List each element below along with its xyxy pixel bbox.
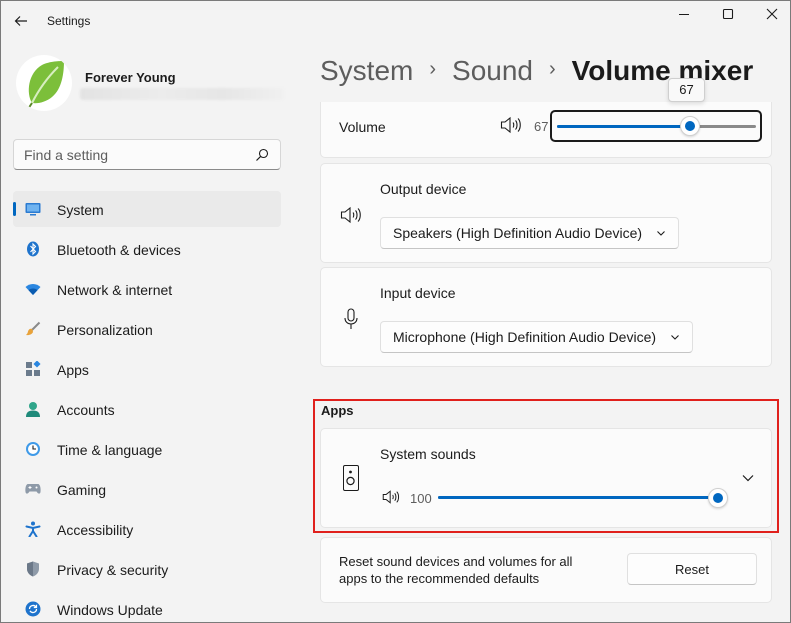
- update-icon: [25, 601, 41, 617]
- leaf-avatar-icon: [27, 61, 64, 110]
- volume-value: 67: [534, 119, 549, 134]
- sidebar-item-label: System: [57, 202, 104, 218]
- sidebar-item-bluetooth[interactable]: Bluetooth & devices: [13, 231, 281, 267]
- input-device-dropdown[interactable]: Microphone (High Definition Audio Device…: [380, 321, 694, 353]
- input-device-card: Input device Microphone (High Definition…: [320, 267, 772, 367]
- sidebar-item-accessibility[interactable]: Accessibility: [13, 511, 281, 547]
- sidebar-item-apps[interactable]: Apps: [13, 351, 281, 387]
- window-title: Settings: [47, 14, 91, 28]
- brush-icon: [25, 321, 41, 337]
- output-device-card: Output device Speakers (High Definition …: [320, 163, 772, 263]
- close-icon: [766, 8, 778, 20]
- title-bar: Settings: [0, 0, 791, 40]
- close-button[interactable]: [752, 2, 791, 26]
- speaker-icon: [340, 204, 362, 226]
- sidebar-item-label: Gaming: [57, 482, 107, 498]
- breadcrumb-system[interactable]: System: [320, 55, 413, 87]
- sidebar-item-label: Time & language: [57, 442, 163, 458]
- sidebar-item-windows-update[interactable]: Windows Update: [13, 591, 281, 623]
- sidebar-item-accounts[interactable]: Accounts: [13, 391, 281, 427]
- sidebar-item-system[interactable]: System: [13, 191, 281, 227]
- input-device-title: Input device: [380, 285, 456, 301]
- chevron-down-icon: [657, 231, 665, 236]
- sidebar-item-label: Privacy & security: [57, 562, 169, 578]
- volume-slider-fill: [557, 125, 691, 128]
- chevron-down-icon: [671, 335, 679, 340]
- red-highlight-annotation: [313, 399, 779, 533]
- shield-icon: [25, 561, 41, 577]
- microphone-icon: [340, 308, 362, 330]
- output-device-selected: Speakers (High Definition Audio Device): [393, 225, 643, 241]
- sidebar-nav: System Bluetooth & devices Network & int…: [13, 191, 281, 623]
- sidebar-item-privacy-security[interactable]: Privacy & security: [13, 551, 281, 587]
- search-input[interactable]: [24, 146, 244, 164]
- output-device-dropdown[interactable]: Speakers (High Definition Audio Device): [380, 217, 680, 249]
- avatar[interactable]: [16, 55, 72, 111]
- accounts-icon: [25, 401, 41, 417]
- user-name: Forever Young: [85, 70, 176, 85]
- minimize-icon: [679, 14, 689, 15]
- sidebar-item-personalization[interactable]: Personalization: [13, 311, 281, 347]
- input-device-selected: Microphone (High Definition Audio Device…: [393, 329, 657, 345]
- back-button[interactable]: [10, 10, 32, 32]
- sidebar-item-label: Accessibility: [57, 522, 134, 538]
- time-language-icon: [25, 441, 41, 457]
- reset-button[interactable]: Reset: [627, 553, 757, 585]
- volume-tooltip: 67: [668, 78, 705, 102]
- sidebar-item-time-language[interactable]: Time & language: [13, 431, 281, 467]
- accessibility-icon: [25, 521, 41, 537]
- speaker-mute-toggle-icon[interactable]: [500, 116, 522, 134]
- maximize-button[interactable]: [708, 2, 748, 26]
- sidebar-item-gaming[interactable]: Gaming: [13, 471, 281, 507]
- sidebar-item-label: Apps: [57, 362, 89, 378]
- gaming-icon: [25, 481, 41, 497]
- volume-label: Volume: [339, 119, 386, 135]
- breadcrumb-sound[interactable]: Sound: [452, 55, 533, 87]
- back-arrow-icon: [14, 16, 27, 26]
- search-icon[interactable]: [254, 147, 270, 163]
- system-icon: [25, 201, 41, 217]
- minimize-button[interactable]: [664, 2, 704, 26]
- maximize-icon: [722, 8, 734, 20]
- sidebar-item-label: Bluetooth & devices: [57, 242, 181, 258]
- volume-slider[interactable]: [557, 125, 756, 128]
- apps-icon: [25, 361, 41, 377]
- blurred-email: [80, 88, 284, 100]
- selected-indicator: [13, 202, 16, 216]
- sidebar-item-label: Accounts: [57, 402, 115, 418]
- breadcrumb-separator: ›: [429, 57, 437, 80]
- sidebar-item-label: Network & internet: [57, 282, 173, 298]
- search-box[interactable]: [13, 139, 281, 170]
- bluetooth-icon: [25, 241, 41, 257]
- sidebar-item-label: Personalization: [57, 322, 153, 338]
- wifi-icon: [25, 281, 41, 297]
- page-title: Volume mixer: [571, 55, 754, 86]
- output-device-title: Output device: [380, 181, 467, 197]
- breadcrumb-separator: ›: [549, 57, 556, 80]
- sidebar-item-label: Windows Update: [57, 602, 163, 618]
- reset-description: Reset sound devices and volumes for all …: [339, 554, 573, 586]
- sidebar-item-network[interactable]: Network & internet: [13, 271, 281, 307]
- reset-card: Reset sound devices and volumes for all …: [320, 537, 772, 603]
